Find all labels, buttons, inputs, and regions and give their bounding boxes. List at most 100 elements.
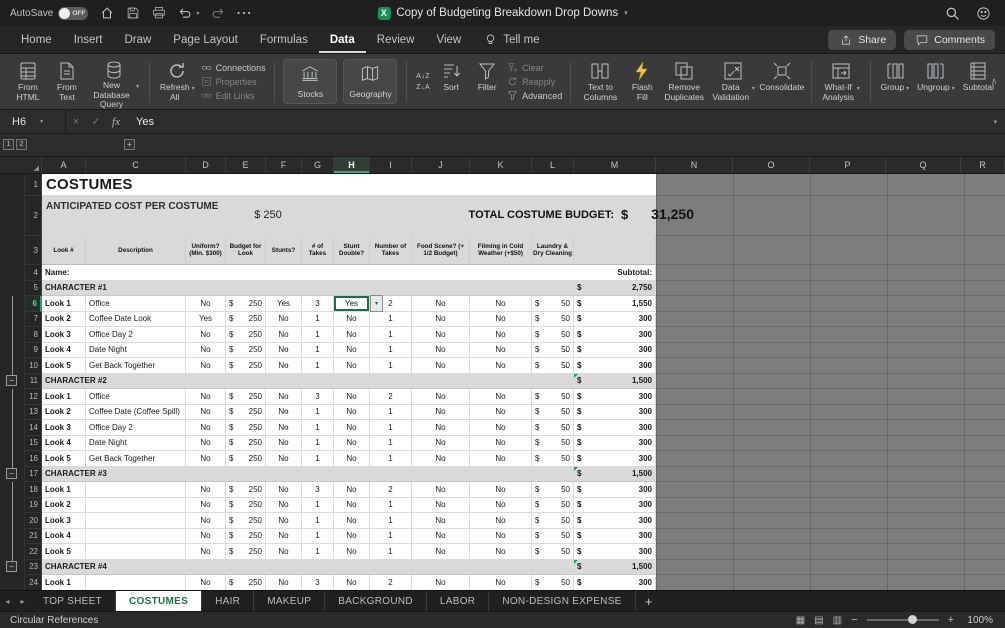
cold-weather-cell[interactable]: No [470,435,532,451]
column-header-A[interactable]: A [42,157,86,173]
laundry-cell[interactable]: $50 [532,420,574,436]
from-html-button[interactable]: From HTML [7,56,49,107]
row-header-16[interactable]: 16 [25,451,42,467]
look-cell[interactable]: Look 2 [42,404,86,420]
stunt-double-cell[interactable]: No [334,389,370,405]
stunt-double-cell[interactable]: No [334,404,370,420]
cold-weather-cell[interactable]: No [470,451,532,467]
row-header-24[interactable]: 24 [25,575,42,590]
number-takes-cell[interactable]: 1 [370,420,412,436]
row-header-20[interactable]: 20 [25,513,42,529]
description-cell[interactable] [86,497,186,513]
description-cell[interactable] [86,482,186,498]
refresh-all-button[interactable]: Refresh All ▾ [156,56,199,107]
stunt-double-cell[interactable]: No [334,497,370,513]
takes-cell[interactable]: 1 [302,358,334,374]
subtotal-cell[interactable]: $300 [574,420,656,436]
number-takes-cell[interactable]: 1 [370,342,412,358]
advanced-filter-button[interactable]: Advanced [507,90,562,101]
food-scene-cell[interactable]: No [412,435,470,451]
food-scene-cell[interactable]: No [412,358,470,374]
ribbon-tab-formulas[interactable]: Formulas [249,26,319,53]
description-cell[interactable] [86,544,186,560]
zoom-out-button[interactable]: − [851,614,857,626]
column-header-N[interactable]: N [656,157,733,173]
look-cell[interactable]: Look 3 [42,420,86,436]
collapse-ribbon-icon[interactable]: ∧ [989,76,999,86]
laundry-cell[interactable]: $50 [532,575,574,590]
description-cell[interactable]: Date Night [86,435,186,451]
number-takes-cell[interactable]: 1 [370,544,412,560]
laundry-cell[interactable]: $50 [532,482,574,498]
number-takes-cell[interactable]: 1 [370,327,412,343]
budget-cell[interactable]: $250 [226,311,266,327]
budget-cell[interactable]: $250 [226,358,266,374]
row-header-19[interactable]: 19 [25,497,42,513]
cold-weather-cell[interactable]: No [470,497,532,513]
page-layout-view-icon[interactable]: ▤ [814,615,823,626]
subtotal-cell[interactable]: $300 [574,435,656,451]
stunt-double-cell[interactable]: No [334,513,370,529]
cold-weather-cell[interactable]: No [470,296,532,312]
stunt-double-cell[interactable]: No [334,544,370,560]
uniform-cell[interactable]: No [186,327,226,343]
look-cell[interactable]: Look 1 [42,482,86,498]
food-scene-cell[interactable]: No [412,482,470,498]
takes-cell[interactable]: 3 [302,482,334,498]
stunt-double-cell[interactable]: Yes ▾ [334,295,383,312]
cold-weather-cell[interactable]: No [470,544,532,560]
number-takes-cell[interactable]: 1 [370,451,412,467]
budget-cell[interactable]: $250 [226,435,266,451]
takes-cell[interactable]: 1 [302,404,334,420]
formula-input[interactable]: Yes [136,116,154,128]
subtotal-cell[interactable]: $300 [574,575,656,590]
uniform-cell[interactable]: No [186,420,226,436]
uniform-cell[interactable]: No [186,528,226,544]
description-cell[interactable]: Office [86,296,186,312]
description-cell[interactable] [86,513,186,529]
character-subtotal[interactable]: $1,500 [574,559,656,575]
number-takes-cell[interactable]: 1 [370,513,412,529]
formula-bar-expand-icon[interactable]: ▾ [993,118,1005,126]
description-cell[interactable]: Office [86,389,186,405]
column-header-D[interactable]: D [186,157,226,173]
stunt-double-cell[interactable]: No [334,482,370,498]
home-icon[interactable] [99,6,114,21]
row-header-5[interactable]: 5 [25,280,42,296]
stunt-double-cell[interactable]: No [334,342,370,358]
budget-cell[interactable]: $250 [226,420,266,436]
properties-button[interactable]: Properties [201,76,266,87]
row-header-14[interactable]: 14 [25,420,42,436]
page-break-view-icon[interactable]: ▥ [833,615,842,626]
stunts-cell[interactable]: No [266,544,302,560]
uniform-cell[interactable]: No [186,513,226,529]
outline-level-2-button[interactable]: 2 [16,139,27,150]
ribbon-tab-home[interactable]: Home [10,26,63,53]
laundry-cell[interactable]: $50 [532,497,574,513]
subtotal-cell[interactable]: $300 [574,513,656,529]
ribbon-tab-data[interactable]: Data [319,26,366,53]
geography-button[interactable]: Geography [343,59,398,104]
laundry-cell[interactable]: $50 [532,435,574,451]
cold-weather-cell[interactable]: No [470,311,532,327]
sheet-tab-top-sheet[interactable]: TOP SHEET [30,591,117,611]
column-group-expand-button[interactable]: + [124,139,135,150]
normal-view-icon[interactable]: ▦ [796,615,805,626]
number-takes-cell[interactable]: 2 [370,482,412,498]
laundry-cell[interactable]: $50 [532,358,574,374]
takes-cell[interactable]: 3 [302,296,334,312]
row-header-9[interactable]: 9 [25,342,42,358]
cold-weather-cell[interactable]: No [470,327,532,343]
autosave-toggle[interactable]: AutoSave OFF [10,6,89,20]
laundry-cell[interactable]: $50 [532,513,574,529]
stunts-cell[interactable]: No [266,435,302,451]
ribbon-tab-draw[interactable]: Draw [113,26,162,53]
food-scene-cell[interactable]: No [412,311,470,327]
food-scene-cell[interactable]: No [412,327,470,343]
description-cell[interactable]: Get Back Together [86,358,186,374]
laundry-cell[interactable]: $50 [532,327,574,343]
number-takes-cell[interactable]: 1 [370,435,412,451]
budget-cell[interactable]: $250 [226,296,266,312]
row-header-1[interactable]: 1 [25,174,42,196]
stunt-double-cell[interactable]: No [334,435,370,451]
